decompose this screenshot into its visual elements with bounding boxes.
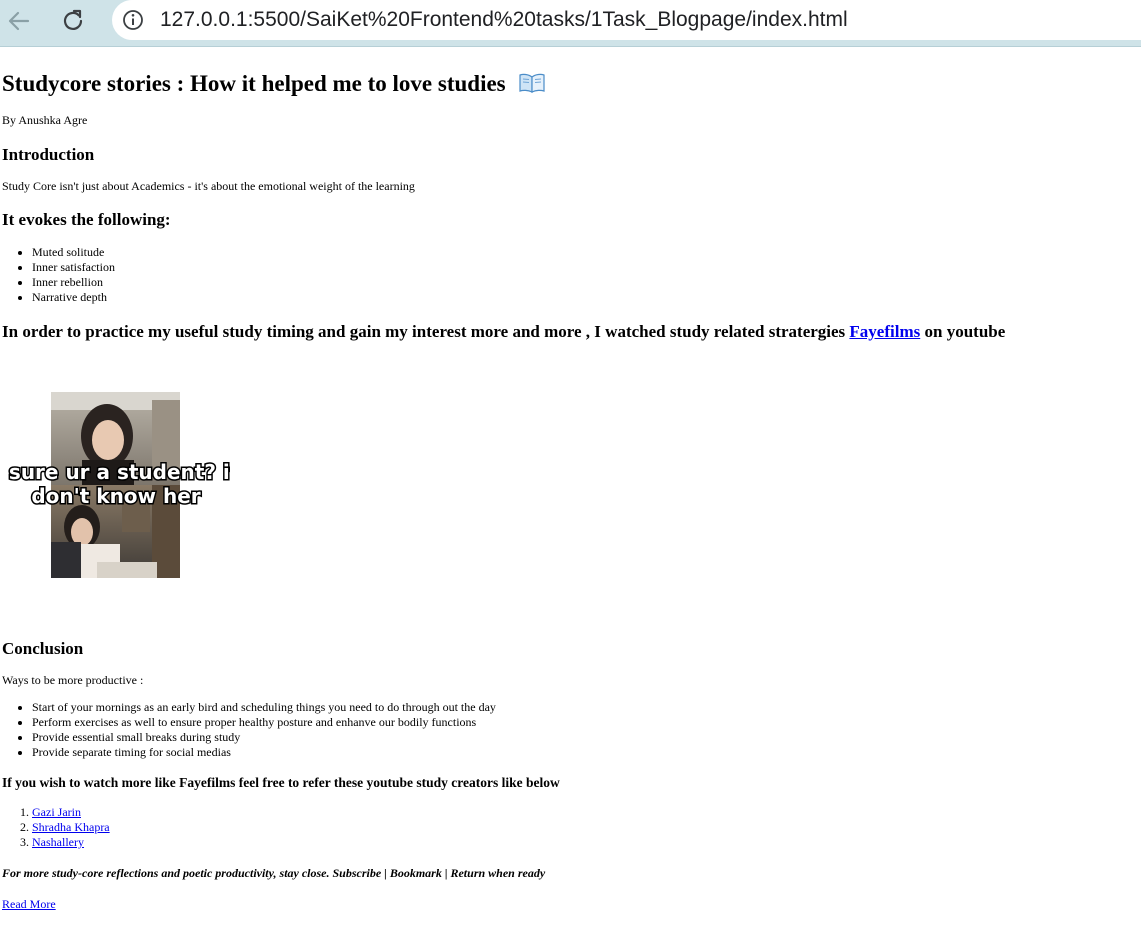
conclusion-heading: Conclusion [2, 639, 84, 658]
creators-heading: If you wish to watch more like Fayefilms… [2, 775, 560, 790]
productive-intro-text: Ways to be more productive : [2, 673, 144, 687]
practice-heading-text: In order to practice my useful study tim… [2, 322, 850, 341]
reload-icon [63, 9, 83, 30]
site-info-icon[interactable] [122, 9, 144, 31]
list-item: Muted solitude [32, 245, 115, 260]
browser-toolbar: 127.0.0.1:5500/SaiKet%20Frontend%20tasks… [0, 0, 1141, 47]
productive-tips-list: Start of your mornings as an early bird … [2, 700, 496, 760]
introduction-text: Study Core isn't just about Academics - … [2, 179, 415, 193]
creator-link-shradha-khapra[interactable]: Shradha Khapra [32, 820, 110, 834]
practice-heading: In order to practice my useful study tim… [2, 322, 1005, 342]
practice-heading-suffix: on youtube [920, 322, 1006, 341]
evokes-list: Muted solitude Inner satisfaction Inner … [2, 245, 115, 305]
list-item: Narrative depth [32, 290, 115, 305]
list-item: Perform exercises as well to ensure prop… [32, 715, 496, 730]
back-arrow-icon [8, 11, 30, 31]
open-book-icon [519, 73, 545, 99]
creator-link-nashallery[interactable]: Nashallery [32, 835, 84, 849]
page-title: Studycore stories : How it helped me to … [2, 71, 545, 99]
study-meme-image: Ru sure ur a student? if u don't know he… [0, 392, 261, 578]
address-url[interactable]: 127.0.0.1:5500/SaiKet%20Frontend%20tasks… [160, 8, 848, 32]
reload-button[interactable] [58, 6, 88, 36]
list-item: Provide separate timing for social media… [32, 745, 496, 760]
evokes-heading: It evokes the following: [2, 210, 171, 229]
list-item: Inner satisfaction [32, 260, 115, 275]
list-item: Gazi Jarin [32, 805, 110, 820]
closing-note: For more study-core reflections and poet… [2, 866, 546, 880]
list-item: Start of your mornings as an early bird … [32, 700, 496, 715]
list-item: Shradha Khapra [32, 820, 110, 835]
fayefilms-link[interactable]: Fayefilms [849, 322, 920, 341]
address-bar[interactable]: 127.0.0.1:5500/SaiKet%20Frontend%20tasks… [112, 0, 1141, 40]
meme-caption-line-1: Ru sure ur a student? if u [2, 460, 230, 484]
list-item: Nashallery [32, 835, 110, 850]
page-title-text: Studycore stories : How it helped me to … [2, 71, 506, 96]
read-more-link[interactable]: Read More [2, 897, 56, 912]
introduction-heading: Introduction [2, 145, 95, 164]
creators-list: Gazi Jarin Shradha Khapra Nashallery [2, 805, 110, 850]
list-item: Provide essential small breaks during st… [32, 730, 496, 745]
creator-link-gazi-jarin[interactable]: Gazi Jarin [32, 805, 81, 819]
back-button[interactable] [4, 6, 34, 36]
meme-caption-line-2: don't know her [31, 484, 200, 508]
list-item: Inner rebellion [32, 275, 115, 290]
author-byline: By Anushka Agre [2, 113, 88, 127]
